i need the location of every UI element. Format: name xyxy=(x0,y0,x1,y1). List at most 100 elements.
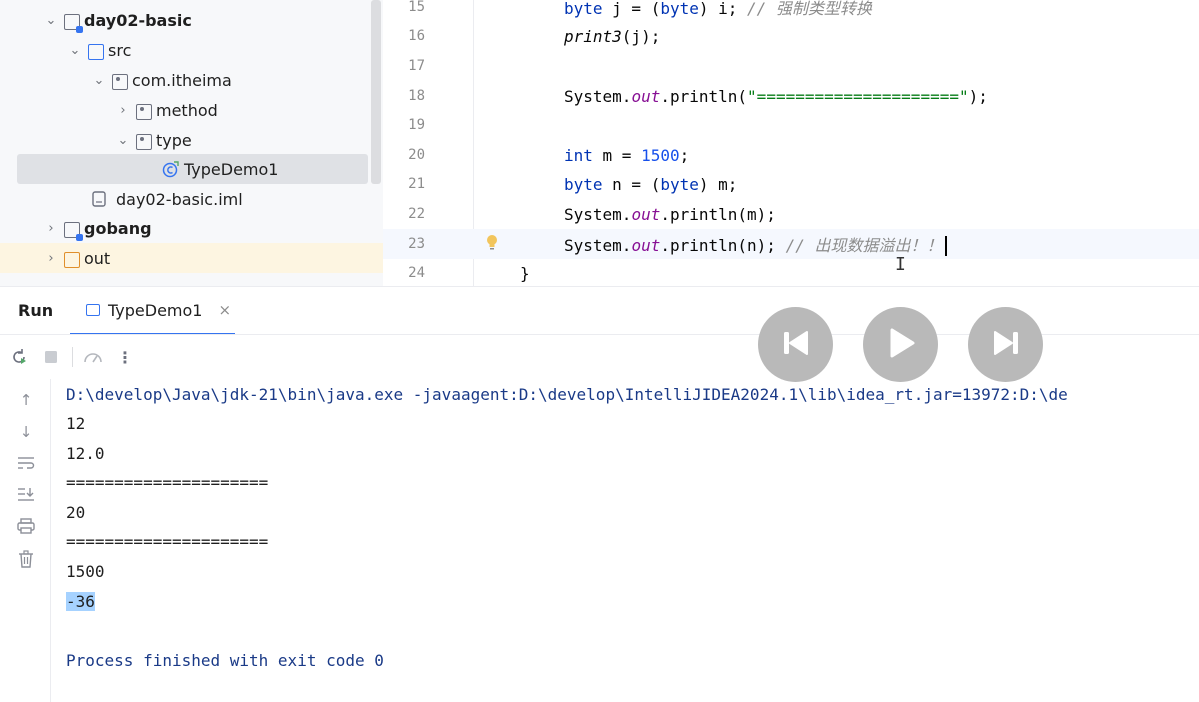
close-icon[interactable]: × xyxy=(218,301,231,319)
code-line[interactable]: 24 } xyxy=(383,258,1199,286)
tree-item-gobang[interactable]: › gobang xyxy=(0,213,383,243)
line-number: 22 xyxy=(408,206,425,222)
text-cursor-icon: I xyxy=(895,254,906,275)
tree-item-label: out xyxy=(84,248,111,268)
project-tree: ⌄ day02-basic ⌄ src ⌄ com.itheima › meth… xyxy=(0,0,383,286)
code-line[interactable]: 16 print3(j); xyxy=(383,21,1199,51)
tree-item-out[interactable]: › out xyxy=(0,243,383,273)
code-text: System.out.println("====================… xyxy=(564,86,988,106)
file-icon xyxy=(92,191,108,207)
console-side-toolbar: ↑ ↓ xyxy=(0,379,51,702)
module-folder-icon xyxy=(64,221,83,241)
previous-icon xyxy=(781,330,811,360)
selected-text: -36 xyxy=(66,592,95,611)
chevron-down-icon[interactable]: ⌄ xyxy=(116,133,130,148)
excluded-folder-icon xyxy=(64,251,80,268)
line-number: 24 xyxy=(408,265,425,281)
next-button[interactable] xyxy=(968,307,1043,382)
tree-item-label: type xyxy=(156,130,192,150)
play-button[interactable] xyxy=(863,307,938,382)
tree-item-label: src xyxy=(108,40,132,60)
chevron-right-icon[interactable]: › xyxy=(116,103,130,118)
rerun-icon[interactable] xyxy=(8,346,30,368)
package-icon xyxy=(136,133,152,150)
play-icon xyxy=(886,327,916,363)
tree-item-label: gobang xyxy=(84,218,152,238)
more-icon[interactable]: ⋮ xyxy=(114,346,136,368)
tab-label: TypeDemo1 xyxy=(108,300,203,320)
source-folder-icon xyxy=(88,43,104,60)
coverage-icon[interactable] xyxy=(82,346,104,368)
stop-icon[interactable] xyxy=(40,346,62,368)
chevron-right-icon[interactable]: › xyxy=(44,251,58,266)
console-exit-line: Process finished with exit code 0 xyxy=(66,651,384,670)
code-line[interactable]: 20 int m = 1500; xyxy=(383,140,1199,170)
line-number: 15 xyxy=(408,0,425,15)
tree-item-type[interactable]: ⌄ type xyxy=(0,125,383,155)
chevron-down-icon[interactable]: ⌄ xyxy=(44,13,58,28)
tree-item-label: com.itheima xyxy=(132,70,232,90)
tree-scrollbar[interactable] xyxy=(371,0,381,184)
arrow-up-icon[interactable]: ↑ xyxy=(16,391,36,411)
code-text: System.out.println(n); // 出现数据溢出！！ xyxy=(564,232,948,257)
tree-item-src[interactable]: ⌄ src xyxy=(0,35,383,65)
tree-item-label: TypeDemo1 xyxy=(184,159,279,179)
line-number: 23 xyxy=(408,236,425,252)
console-command-line: D:\develop\Java\jdk-21\bin\java.exe -jav… xyxy=(66,385,1068,404)
tree-item-com-itheima[interactable]: ⌄ com.itheima xyxy=(0,65,383,95)
line-number: 16 xyxy=(408,28,425,44)
code-text: System.out.println(m); xyxy=(564,204,776,224)
line-number: 21 xyxy=(408,176,425,192)
lightbulb-icon[interactable] xyxy=(486,234,498,250)
code-line[interactable]: 18 System.out.println("=================… xyxy=(383,81,1199,111)
previous-button[interactable] xyxy=(758,307,833,382)
chevron-down-icon[interactable]: ⌄ xyxy=(92,73,106,88)
java-class-icon xyxy=(162,161,179,178)
tree-item-iml[interactable]: day02-basic.iml xyxy=(0,184,383,214)
code-line[interactable]: 21 byte n = (byte) m; xyxy=(383,169,1199,199)
module-folder-icon xyxy=(64,13,83,33)
line-number: 18 xyxy=(408,88,425,104)
run-title: Run xyxy=(18,301,54,320)
arrow-down-icon[interactable]: ↓ xyxy=(16,423,36,443)
toolbar-divider xyxy=(72,347,73,367)
next-icon xyxy=(991,330,1021,360)
console-line: 12.0 xyxy=(66,444,105,463)
code-line[interactable]: 22 System.out.println(m); xyxy=(383,199,1199,229)
code-line[interactable]: 15 byte j = (byte) i; // 强制类型转换 xyxy=(383,0,1199,22)
tree-item-label: method xyxy=(156,100,218,120)
console-line: 20 xyxy=(66,503,86,522)
console-line: ===================== xyxy=(66,532,269,551)
console-line: 12 xyxy=(66,414,86,433)
console-line: ===================== xyxy=(66,473,269,492)
chevron-right-icon[interactable]: › xyxy=(44,221,58,236)
tree-item-label: day02-basic.iml xyxy=(116,189,243,209)
console-icon xyxy=(86,304,100,316)
tree-item-typedemo1[interactable]: TypeDemo1 xyxy=(17,154,368,184)
code-line-current[interactable]: 23 System.out.println(n); // 出现数据溢出！！ xyxy=(383,229,1199,259)
text-caret xyxy=(945,236,948,257)
scroll-to-end-icon[interactable] xyxy=(16,486,36,506)
trash-icon[interactable] xyxy=(16,550,36,570)
code-line[interactable]: 19 xyxy=(383,110,1199,140)
chevron-down-icon[interactable]: ⌄ xyxy=(68,43,82,58)
soft-wrap-icon[interactable] xyxy=(16,455,36,475)
tree-item-method[interactable]: › method xyxy=(0,95,383,125)
code-text: byte n = (byte) m; xyxy=(564,174,738,194)
console-line: 1500 xyxy=(66,562,105,581)
code-text: print3(j); xyxy=(564,26,661,46)
line-number: 19 xyxy=(408,117,425,133)
package-icon xyxy=(112,73,128,90)
tree-item-day02-basic[interactable]: ⌄ day02-basic xyxy=(0,5,383,35)
line-number: 17 xyxy=(408,58,425,74)
tab-typedemo1[interactable]: TypeDemo1 × xyxy=(70,287,235,335)
console-output[interactable]: D:\develop\Java\jdk-21\bin\java.exe -jav… xyxy=(66,380,1199,702)
console-line-selected: -36 xyxy=(66,587,95,617)
code-editor[interactable]: 15 byte j = (byte) i; // 强制类型转换 16 print… xyxy=(383,0,1199,286)
print-icon[interactable] xyxy=(16,518,36,538)
code-line[interactable]: 17 xyxy=(383,51,1199,81)
tree-item-label: day02-basic xyxy=(84,10,192,30)
code-text: byte j = (byte) i; // 强制类型转换 xyxy=(564,0,872,18)
code-text: } xyxy=(520,263,530,283)
code-text: int m = 1500; xyxy=(564,145,690,165)
